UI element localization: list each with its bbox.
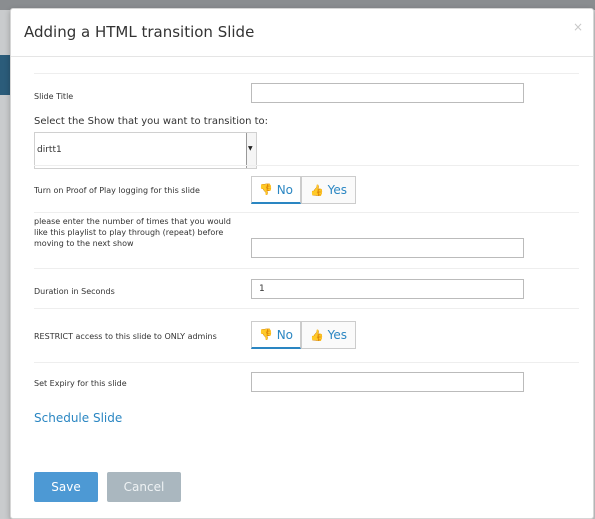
yes-label: Yes [327,183,348,197]
expiry-input[interactable] [251,372,524,392]
repeat-count-input[interactable] [251,238,524,258]
schedule-slide-link[interactable]: Schedule Slide [34,411,122,425]
thumbs-up-icon: 👍 [309,183,324,197]
no-label: No [276,327,294,342]
proof-of-play-label: Turn on Proof of Play logging for this s… [34,186,200,195]
thumbs-down-icon: 👎 [258,328,273,341]
restrict-label: RESTRICT access to this slide to ONLY ad… [34,332,217,341]
thumbs-up-icon: 👍 [309,328,324,342]
show-select-value: dirtt1 [37,145,62,155]
proof-of-play-toggle: 👎 No 👍 Yes [251,176,356,204]
caret-down-icon: ▼ [248,145,253,152]
slide-title-label: Slide Title [34,92,74,101]
duration-input[interactable] [251,279,524,299]
show-select[interactable]: dirtt1 ▼ [34,132,257,169]
select-arrow[interactable]: ▼ [246,133,256,168]
modal-header: Adding a HTML transition Slide × [11,9,593,57]
repeat-row: please enter the number of times that yo… [34,212,579,268]
duration-label: Duration in Seconds [34,287,115,296]
repeat-label-line-3: moving to the next show [34,239,134,248]
save-button[interactable]: Save [34,472,98,502]
no-label: No [276,182,294,197]
proof-of-play-row: Turn on Proof of Play logging for this s… [34,165,579,212]
show-select-label: Select the Show that you want to transit… [34,116,269,127]
backdrop-sidebar [0,55,10,95]
expiry-label: Set Expiry for this slide [34,379,127,388]
repeat-label-line-1: please enter the number of times that yo… [34,217,231,226]
close-icon[interactable]: × [573,20,583,34]
modal-dialog: Adding a HTML transition Slide × Slide T… [10,8,594,519]
restrict-no-button[interactable]: 👎 No [251,321,301,349]
slide-title-row: Slide Title [34,73,579,113]
thumbs-down-icon: 👎 [258,183,273,196]
expiry-row: Set Expiry for this slide [34,362,579,402]
restrict-toggle: 👎 No 👍 Yes [251,321,356,349]
proof-of-play-yes-button[interactable]: 👍 Yes [301,176,356,204]
duration-row: Duration in Seconds [34,268,579,308]
cancel-button[interactable]: Cancel [107,472,181,502]
yes-label: Yes [327,328,348,342]
modal-title: Adding a HTML transition Slide [24,23,255,41]
restrict-row: RESTRICT access to this slide to ONLY ad… [34,308,579,362]
restrict-yes-button[interactable]: 👍 Yes [301,321,356,349]
proof-of-play-no-button[interactable]: 👎 No [251,176,301,204]
repeat-label-line-2: like this playlist to play through (repe… [34,228,224,237]
slide-title-input[interactable] [251,83,524,103]
